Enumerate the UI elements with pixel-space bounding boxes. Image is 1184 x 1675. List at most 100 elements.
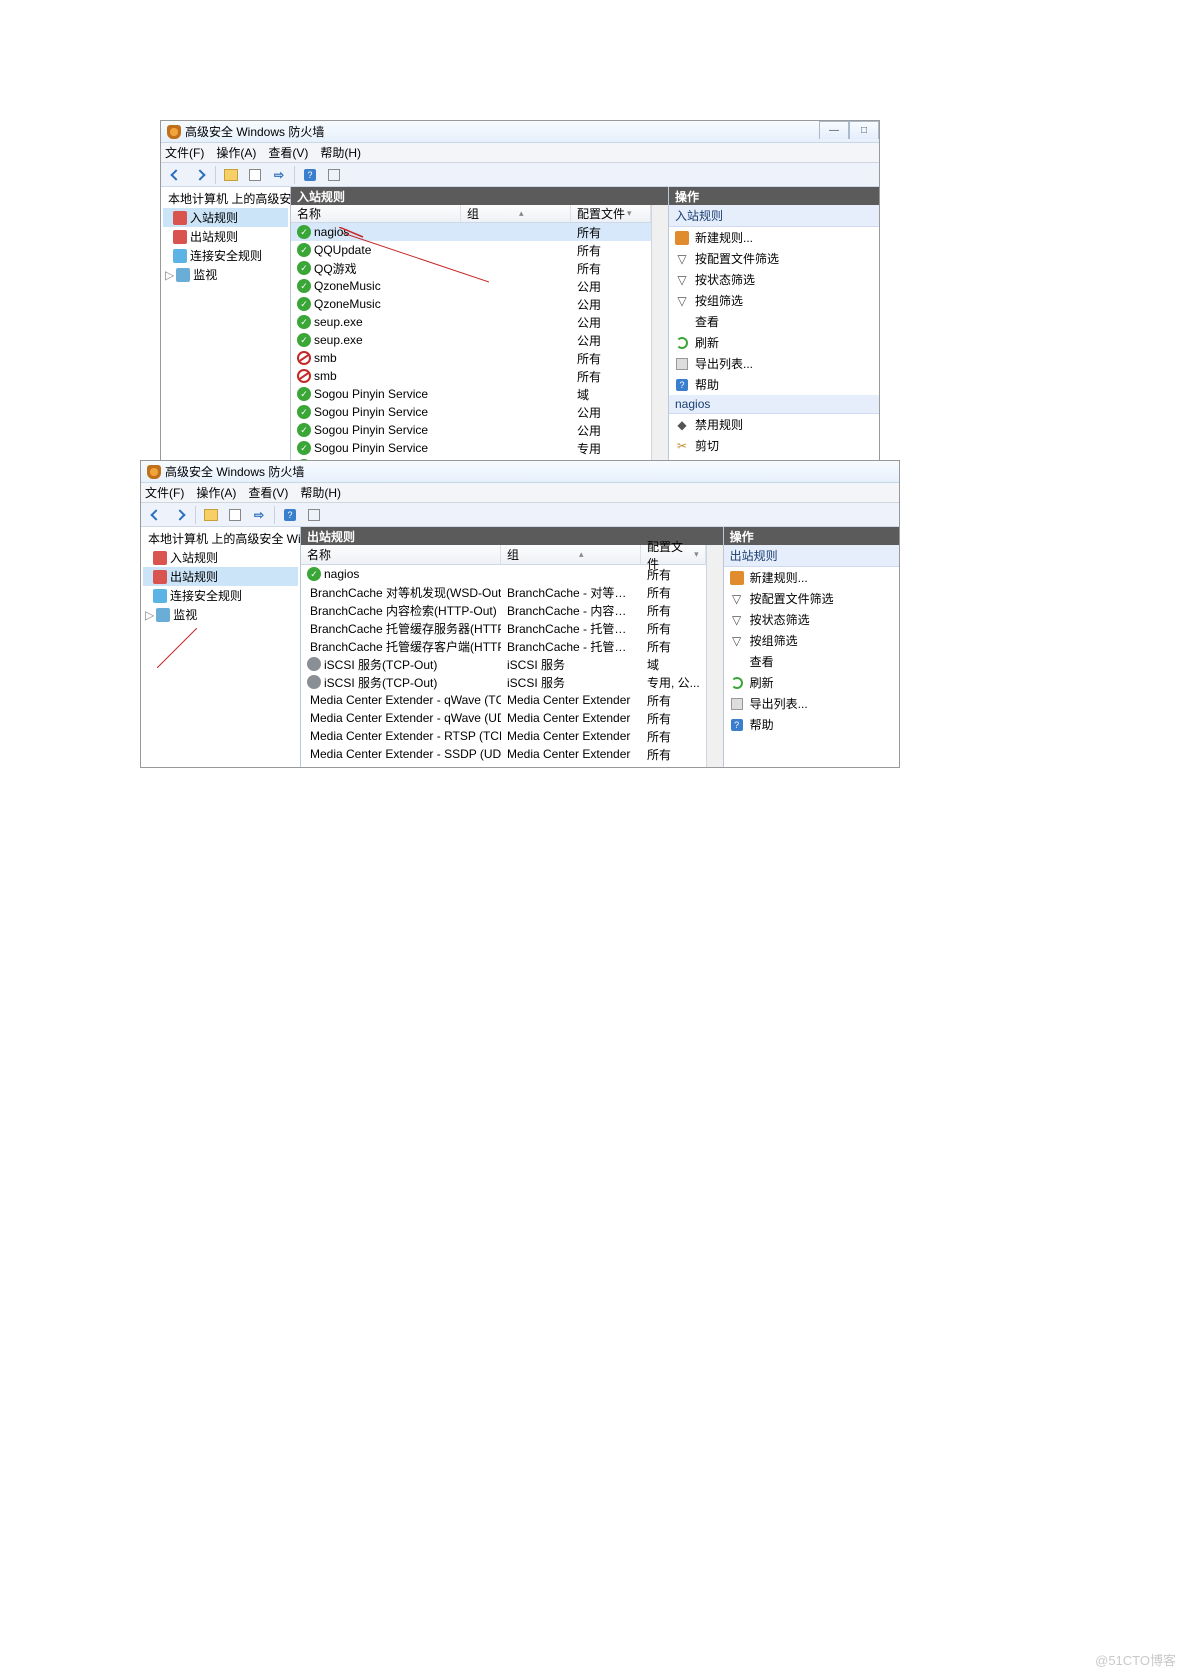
toolbar-button[interactable] xyxy=(200,505,222,525)
tree-item-outbound[interactable]: 出站规则 xyxy=(143,567,298,586)
toolbar-button[interactable] xyxy=(220,165,242,185)
rule-row[interactable]: ✓Sogou Pinyin Service公用 xyxy=(291,421,651,439)
tree-item-connection[interactable]: 连接安全规则 xyxy=(143,586,298,605)
menu-help[interactable]: 帮助(H) xyxy=(320,144,361,161)
action-item[interactable]: 刷新 xyxy=(724,672,899,693)
action-item[interactable]: ?帮助 xyxy=(669,374,879,395)
rule-profile: 所有 xyxy=(571,350,651,367)
toolbar-button[interactable] xyxy=(244,165,266,185)
rule-row[interactable]: smb所有 xyxy=(291,349,651,367)
menu-view[interactable]: 查看(V) xyxy=(268,144,308,161)
tree-item-connection[interactable]: 连接安全规则 xyxy=(163,246,288,265)
rule-row[interactable]: ✓QQ游戏所有 xyxy=(291,259,651,277)
tree-root[interactable]: 本地计算机 上的高级安全 Win xyxy=(143,529,298,548)
rule-row[interactable]: BranchCache 托管缓存服务器(HTTP-O...BranchCache… xyxy=(301,619,706,637)
rule-row[interactable]: Media Center Extender - RTSP (TCP-...Med… xyxy=(301,727,706,745)
action-icon: ▽ xyxy=(675,252,689,266)
rule-row[interactable]: ✓Sogou Pinyin Service域 xyxy=(291,385,651,403)
help-button[interactable]: ? xyxy=(279,505,301,525)
minimize-button[interactable]: — xyxy=(819,121,849,139)
rule-row[interactable]: ✓QzoneMusic公用 xyxy=(291,295,651,313)
tree-item-outbound[interactable]: 出站规则 xyxy=(163,227,288,246)
action-item[interactable]: ▽按状态筛选 xyxy=(669,269,879,290)
menu-action[interactable]: 操作(A) xyxy=(216,144,256,161)
action-item[interactable]: ▽按配置文件筛选 xyxy=(724,588,899,609)
rule-row[interactable]: BranchCache 内容检索(HTTP-Out)BranchCache - … xyxy=(301,601,706,619)
col-group[interactable]: 组▴ xyxy=(461,205,571,222)
scrollbar[interactable] xyxy=(651,205,668,482)
rule-row[interactable]: smb所有 xyxy=(291,367,651,385)
menu-file[interactable]: 文件(F) xyxy=(145,484,184,501)
rule-row[interactable]: iSCSI 服务(TCP-Out)iSCSI 服务专用, 公... xyxy=(301,673,706,691)
rule-row[interactable]: Media Center Extender - SSDP (UDP-...Med… xyxy=(301,745,706,763)
action-item[interactable]: ✂剪切 xyxy=(669,435,879,456)
rule-row[interactable]: iSCSI 服务(TCP-Out)iSCSI 服务域 xyxy=(301,655,706,673)
rule-row[interactable]: ✓Sogou Pinyin Service专用 xyxy=(291,439,651,457)
rule-name: Sogou Pinyin Service xyxy=(314,387,428,401)
action-item[interactable]: 新建规则... xyxy=(669,227,879,248)
rule-group: Media Center Extender xyxy=(501,711,641,725)
action-item[interactable]: ▽按组筛选 xyxy=(669,290,879,311)
menu-action[interactable]: 操作(A) xyxy=(196,484,236,501)
action-item[interactable]: 新建规则... xyxy=(724,567,899,588)
toolbar-button[interactable] xyxy=(323,165,345,185)
tree-item-monitor[interactable]: ▷监视 xyxy=(163,265,288,284)
menu-file[interactable]: 文件(F) xyxy=(165,144,204,161)
col-name[interactable]: 名称 xyxy=(301,545,501,564)
tree-item-inbound[interactable]: 入站规则 xyxy=(163,208,288,227)
rule-row[interactable]: Media Center Extender - qWave (TCP...Med… xyxy=(301,691,706,709)
action-item[interactable]: ?帮助 xyxy=(724,714,899,735)
menu-help[interactable]: 帮助(H) xyxy=(300,484,341,501)
column-headers[interactable]: 名称 组▴ 配置文件▾ xyxy=(301,545,706,565)
column-headers[interactable]: 名称 组▴ 配置文件▾ xyxy=(291,205,651,223)
action-item[interactable]: ▽按配置文件筛选 xyxy=(669,248,879,269)
tree-root[interactable]: 本地计算机 上的高级安全 Win xyxy=(163,189,288,208)
titlebar[interactable]: 高级安全 Windows 防火墙 — □ xyxy=(161,121,879,143)
rule-profile: 公用 xyxy=(571,296,651,313)
col-name[interactable]: 名称 xyxy=(291,205,461,222)
rule-row[interactable]: ✓seup.exe公用 xyxy=(291,313,651,331)
scrollbar[interactable] xyxy=(706,545,723,767)
rule-row[interactable]: BranchCache 托管缓存客户端(HTTP-O...BranchCache… xyxy=(301,637,706,655)
back-button[interactable] xyxy=(165,165,187,185)
rule-status-icon: ✓ xyxy=(297,225,311,239)
rule-group: BranchCache - 内容检索(... xyxy=(501,602,641,619)
action-icon: ? xyxy=(675,378,689,392)
forward-button[interactable] xyxy=(169,505,191,525)
toolbar-button[interactable] xyxy=(303,505,325,525)
rule-row[interactable]: BranchCache 对等机发现(WSD-Out)BranchCache - … xyxy=(301,583,706,601)
rule-row[interactable]: Media Center Extender - qWave (UD...Medi… xyxy=(301,709,706,727)
action-item[interactable]: 刷新 xyxy=(669,332,879,353)
action-item[interactable]: 导出列表... xyxy=(724,693,899,714)
rules-list[interactable]: ✓nagios所有BranchCache 对等机发现(WSD-Out)Branc… xyxy=(301,565,706,763)
col-group[interactable]: 组▴ xyxy=(501,545,641,564)
rule-group: iSCSI 服务 xyxy=(501,656,641,673)
col-profile[interactable]: 配置文件▾ xyxy=(571,205,651,222)
back-button[interactable] xyxy=(145,505,167,525)
col-profile[interactable]: 配置文件▾ xyxy=(641,545,706,564)
action-item[interactable]: 导出列表... xyxy=(669,353,879,374)
tree-item-monitor[interactable]: ▷监视 xyxy=(143,605,298,624)
action-item[interactable]: ▽按组筛选 xyxy=(724,630,899,651)
tree-item-inbound[interactable]: 入站规则 xyxy=(143,548,298,567)
rule-row[interactable]: ✓nagios所有 xyxy=(291,223,651,241)
rules-list[interactable]: ✓nagios所有✓QQUpdate所有✓QQ游戏所有✓QzoneMusic公用… xyxy=(291,223,651,482)
action-item[interactable]: 查看 xyxy=(669,311,879,332)
rule-row[interactable]: ✓QzoneMusic公用 xyxy=(291,277,651,295)
rule-row[interactable]: ✓QQUpdate所有 xyxy=(291,241,651,259)
rule-name: Media Center Extender - qWave (UD... xyxy=(310,711,501,725)
toolbar-button[interactable]: ⇨ xyxy=(268,165,290,185)
toolbar-button[interactable] xyxy=(224,505,246,525)
menu-view[interactable]: 查看(V) xyxy=(248,484,288,501)
help-button[interactable]: ? xyxy=(299,165,321,185)
toolbar-button[interactable]: ⇨ xyxy=(248,505,270,525)
action-item[interactable]: ◆禁用规则 xyxy=(669,414,879,435)
action-item[interactable]: ▽按状态筛选 xyxy=(724,609,899,630)
action-item[interactable]: 查看 xyxy=(724,651,899,672)
titlebar[interactable]: 高级安全 Windows 防火墙 xyxy=(141,461,899,483)
forward-button[interactable] xyxy=(189,165,211,185)
rule-row[interactable]: ✓nagios所有 xyxy=(301,565,706,583)
rule-row[interactable]: ✓seup.exe公用 xyxy=(291,331,651,349)
rule-row[interactable]: ✓Sogou Pinyin Service公用 xyxy=(291,403,651,421)
maximize-button[interactable]: □ xyxy=(849,121,879,139)
